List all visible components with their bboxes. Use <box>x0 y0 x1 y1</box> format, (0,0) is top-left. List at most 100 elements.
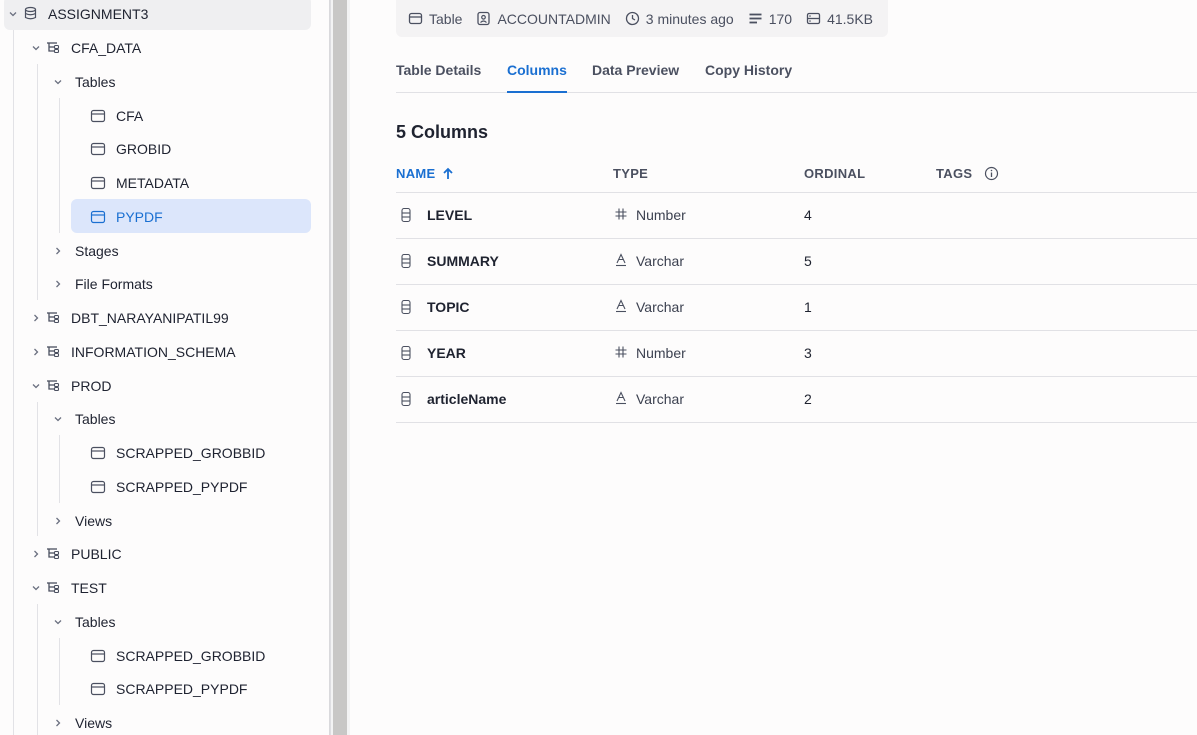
column-ordinal: 1 <box>804 299 812 315</box>
sidebar-item-label: SCRAPPED_GROBBID <box>116 444 266 461</box>
table-icon <box>90 209 106 225</box>
sidebar-item-views[interactable]: Views <box>0 706 320 735</box>
sidebar-item-scrapped-grobbid[interactable]: SCRAPPED_GROBBID <box>0 639 320 672</box>
column-icon <box>400 345 412 361</box>
chevron-down-icon[interactable] <box>52 413 64 425</box>
text-type-icon <box>614 253 628 267</box>
sidebar-item-label: File Formats <box>75 275 153 292</box>
info-icon[interactable] <box>984 166 999 181</box>
table-icon <box>90 479 106 495</box>
column-icon <box>400 253 412 269</box>
hash-icon <box>614 207 628 221</box>
text-type-icon <box>614 299 628 313</box>
column-type: Varchar <box>636 299 684 315</box>
sidebar-item-prod[interactable]: PROD <box>0 369 320 402</box>
table-meta-bar: Table ACCOUNTADMIN 3 minutes ago 170 41.… <box>396 0 888 37</box>
chevron-right-icon[interactable] <box>52 515 64 527</box>
sidebar-item-label: Tables <box>75 73 116 90</box>
tab-columns[interactable]: Columns <box>507 62 567 93</box>
column-ordinal: 2 <box>804 391 812 407</box>
sidebar-item-label: SCRAPPED_PYPDF <box>116 478 248 495</box>
table-row[interactable]: TOPIC Varchar 1 <box>396 285 1197 331</box>
name-header-label: NAME <box>396 166 436 181</box>
chevron-down-icon[interactable] <box>7 8 19 20</box>
sidebar-item-scrapped-grobbid[interactable]: SCRAPPED_GROBBID <box>0 436 320 469</box>
sidebar-item-label: CFA_DATA <box>71 39 142 56</box>
sidebar-item-stages[interactable]: Stages <box>0 234 320 267</box>
sidebar-item-pypdf[interactable]: PYPDF <box>0 200 320 233</box>
column-icon <box>400 207 412 223</box>
sidebar-item-tables[interactable]: Tables <box>0 605 320 638</box>
sidebar-item-grobid[interactable]: GROBID <box>0 132 320 165</box>
sidebar-item-file-formats[interactable]: File Formats <box>0 267 320 300</box>
column-icon <box>400 391 412 407</box>
sidebar-item-label: CFA <box>116 107 144 124</box>
sidebar-item-cfa[interactable]: CFA <box>0 99 320 132</box>
chevron-right-icon[interactable] <box>52 278 64 290</box>
table-row[interactable]: YEAR Number 3 <box>396 331 1197 377</box>
sort-ascending-icon <box>443 167 454 179</box>
columns-count-title: 5 Columns <box>396 122 489 142</box>
sidebar-item-label: INFORMATION_SCHEMA <box>71 343 236 360</box>
tab-copy-history[interactable]: Copy History <box>705 62 792 93</box>
name-column-header[interactable]: NAME <box>396 166 455 181</box>
chevron-right-icon[interactable] <box>52 717 64 729</box>
table-row[interactable]: articleName Varchar 2 <box>396 377 1197 423</box>
table-row[interactable]: LEVEL Number 4 <box>396 193 1197 239</box>
chevron-down-icon[interactable] <box>30 582 42 594</box>
sidebar-item-metadata[interactable]: METADATA <box>0 166 320 199</box>
type-column-header[interactable]: TYPE <box>613 166 648 181</box>
chevron-down-icon[interactable] <box>30 380 42 392</box>
ordinal-column-header[interactable]: ORDINAL <box>804 166 865 181</box>
clock-icon <box>625 11 639 26</box>
schema-icon <box>45 378 61 394</box>
column-ordinal: 4 <box>804 207 812 223</box>
type-header-label: TYPE <box>613 166 649 181</box>
sidebar-item-information-schema[interactable]: INFORMATION_SCHEMA <box>0 335 320 368</box>
schema-icon <box>45 580 61 596</box>
sidebar-item-scrapped-pypdf[interactable]: SCRAPPED_PYPDF <box>0 672 320 705</box>
tags-column-header[interactable]: TAGS <box>936 166 999 181</box>
chevron-right-icon[interactable] <box>30 548 42 560</box>
chevron-right-icon[interactable] <box>30 346 42 358</box>
chevron-down-icon[interactable] <box>52 616 64 628</box>
hash-icon <box>614 345 628 359</box>
column-name: articleName <box>427 391 507 407</box>
chevron-down-icon[interactable] <box>52 76 64 88</box>
sidebar-item-scrapped-pypdf[interactable]: SCRAPPED_PYPDF <box>0 470 320 503</box>
chevron-down-icon[interactable] <box>30 42 42 54</box>
column-name: SUMMARY <box>427 253 499 269</box>
ordinal-header-label: ORDINAL <box>804 166 866 181</box>
column-ordinal: 3 <box>804 345 812 361</box>
sidebar-item-test[interactable]: TEST <box>0 571 320 604</box>
tab-data-preview[interactable]: Data Preview <box>592 62 679 93</box>
tab-table-details[interactable]: Table Details <box>396 62 481 93</box>
tags-header-label: TAGS <box>936 166 973 181</box>
sidebar-item-tables[interactable]: Tables <box>0 65 320 98</box>
table-detail-panel: Table ACCOUNTADMIN 3 minutes ago 170 41.… <box>350 0 1197 735</box>
meta-type-label: Table <box>429 10 463 27</box>
sidebar-item-label: TEST <box>71 579 107 596</box>
table-icon <box>90 108 106 124</box>
column-ordinal: 5 <box>804 253 812 269</box>
table-icon <box>90 445 106 461</box>
chevron-right-icon[interactable] <box>52 245 64 257</box>
sidebar-item-cfa-data[interactable]: CFA_DATA <box>0 31 320 64</box>
table-icon <box>90 141 106 157</box>
sidebar-item-label: GROBID <box>116 140 172 157</box>
column-type: Number <box>636 345 686 361</box>
panel-resize-handle[interactable] <box>330 0 350 735</box>
table-icon <box>408 12 423 25</box>
sidebar-item-views[interactable]: Views <box>0 504 320 537</box>
sidebar-item-label: ASSIGNMENT3 <box>48 5 149 22</box>
sidebar-item-tables[interactable]: Tables <box>0 402 320 435</box>
table-row[interactable]: SUMMARY Varchar 5 <box>396 239 1197 285</box>
sidebar-item-public[interactable]: PUBLIC <box>0 537 320 570</box>
sidebar-item-label: METADATA <box>116 174 190 191</box>
sidebar-item-dbt-narayanipatil99[interactable]: DBT_NARAYANIPATIL99 <box>0 301 320 334</box>
column-icon <box>400 299 412 315</box>
meta-owner: ACCOUNTADMIN <box>476 11 611 27</box>
sidebar-item-label: SCRAPPED_GROBBID <box>116 647 266 664</box>
sidebar-item-assignment3[interactable]: ASSIGNMENT3 <box>0 0 320 30</box>
chevron-right-icon[interactable] <box>30 312 42 324</box>
